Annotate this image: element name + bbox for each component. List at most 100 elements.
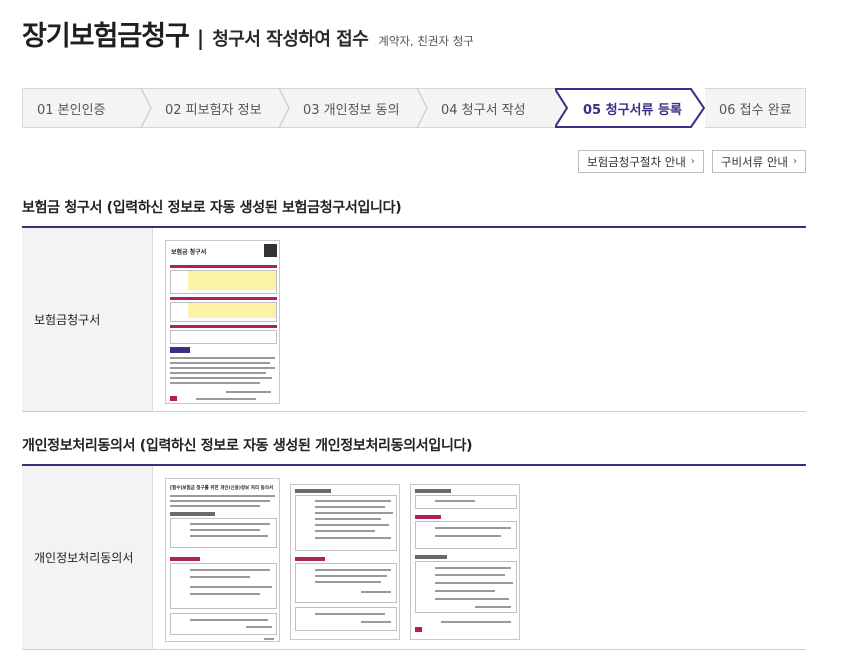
thumb-table xyxy=(415,495,517,509)
thumb-text xyxy=(190,529,260,531)
thumb-text xyxy=(315,530,375,532)
claim-guide-label: 보험금청구절차 안내 xyxy=(586,154,686,169)
thumb-section-bar xyxy=(170,557,200,561)
thumb-text xyxy=(190,619,268,621)
qr-code-icon xyxy=(264,244,277,257)
step-label: 01 본인인증 xyxy=(37,102,106,118)
step-label: 04 청구서 작성 xyxy=(441,102,526,118)
thumb-text xyxy=(441,621,511,623)
thumb-text xyxy=(170,377,272,379)
thumb-text xyxy=(315,581,381,583)
thumb-table xyxy=(170,330,277,344)
consent-form-thumbnail-page-2[interactable] xyxy=(290,484,400,640)
page-title: 장기보험금청구 xyxy=(22,21,190,52)
thumb-text xyxy=(190,569,270,571)
thumb-text xyxy=(315,613,385,615)
consent-row-label: 개인정보처리동의서 xyxy=(22,466,153,649)
thumb-logo xyxy=(415,627,422,632)
step-indicator: 01 본인인증 02 피보험자 정보 03 개인정보 동의 04 청구서 작성 … xyxy=(22,88,806,128)
thumb-section-bar xyxy=(415,515,441,519)
thumb-table xyxy=(170,270,277,294)
thumb-title: [필수]보험금 청구를 위한 개인(신용)정보 처리 동의서 xyxy=(170,486,273,491)
thumb-logo xyxy=(170,396,177,401)
step-3: 03 개인정보 동의 xyxy=(289,88,428,128)
claim-form-thumbnail[interactable]: 보험금 청구서 xyxy=(165,240,280,404)
thumb-text xyxy=(226,391,271,393)
consent-section-title: 개인정보처리동의서 (입력하신 정보로 자동 생성된 개인정보처리동의서입니다) xyxy=(22,438,473,454)
thumb-text xyxy=(190,586,272,588)
thumb-text xyxy=(190,535,268,537)
claim-doc-body: 보험금 청구서 xyxy=(153,228,806,411)
thumb-section-header xyxy=(415,489,451,493)
step-label: 06 접수 완료 xyxy=(719,102,792,118)
thumb-section-header xyxy=(295,489,331,493)
thumb-text xyxy=(435,582,513,584)
thumb-text xyxy=(190,576,250,578)
thumb-table xyxy=(295,495,397,551)
claim-doc-table: 보험금청구서 보험금 청구서 xyxy=(22,226,806,412)
consent-doc-body: [필수]보험금 청구를 위한 개인(신용)정보 처리 동의서 xyxy=(153,466,806,649)
thumb-text xyxy=(435,500,475,502)
thumb-text xyxy=(315,575,387,577)
thumb-text xyxy=(264,638,274,640)
thumb-text xyxy=(435,590,495,592)
thumb-text xyxy=(246,626,272,628)
thumb-text xyxy=(315,524,389,526)
claim-row-label: 보험금청구서 xyxy=(22,228,153,411)
consent-form-thumbnail-page-3[interactable] xyxy=(410,484,520,640)
thumb-text xyxy=(170,505,260,507)
consent-doc-table: 개인정보처리동의서 [필수]보험금 청구를 위한 개인(신용)정보 처리 동의서 xyxy=(22,464,806,650)
guide-button-row: 보험금청구절차 안내 › 구비서류 안내 › xyxy=(577,150,806,173)
thumb-table xyxy=(170,613,277,635)
chevron-right-icon: › xyxy=(690,156,695,167)
step-1: 01 본인인증 xyxy=(23,88,152,128)
step-4: 04 청구서 작성 xyxy=(427,89,555,127)
thumb-text xyxy=(315,500,391,502)
thumb-text xyxy=(190,523,270,525)
step-6: 06 접수 완료 xyxy=(705,89,805,127)
thumb-text xyxy=(170,362,270,364)
thumb-table xyxy=(295,607,397,631)
thumb-text xyxy=(170,372,266,374)
claim-guide-button[interactable]: 보험금청구절차 안내 › xyxy=(577,150,704,173)
thumb-text xyxy=(315,569,391,571)
thumb-text xyxy=(190,593,260,595)
thumb-text xyxy=(315,512,393,514)
thumb-text xyxy=(196,398,256,400)
thumb-text xyxy=(170,382,260,384)
thumb-section-bar xyxy=(170,297,277,300)
step-2: 02 피보험자 정보 xyxy=(151,88,290,128)
page-subtitle: 청구서 작성하여 접수 xyxy=(212,29,369,50)
thumb-text xyxy=(361,621,391,623)
thumb-notice-tag xyxy=(170,347,190,353)
thumb-text xyxy=(435,598,509,600)
step-5-active: 05 청구서류 등록 xyxy=(555,88,705,128)
thumb-text xyxy=(435,567,511,569)
thumb-table xyxy=(170,302,277,322)
consent-form-thumbnail-page-1[interactable]: [필수]보험금 청구를 위한 개인(신용)정보 처리 동의서 xyxy=(165,478,280,642)
thumb-section-header xyxy=(170,512,215,516)
page-header: 장기보험금청구 | 청구서 작성하여 접수 계약자, 친권자 청구 xyxy=(22,14,474,54)
page-note: 계약자, 친권자 청구 xyxy=(378,34,474,48)
thumb-section-header xyxy=(415,555,447,559)
thumb-text xyxy=(435,574,505,576)
required-docs-button[interactable]: 구비서류 안내 › xyxy=(711,150,806,173)
thumb-text xyxy=(170,357,275,359)
claim-section-title: 보험금 청구서 (입력하신 정보로 자동 생성된 보험금청구서입니다) xyxy=(22,200,402,216)
thumb-text xyxy=(315,506,385,508)
step-label: 05 청구서류 등록 xyxy=(583,102,682,118)
step-label: 02 피보험자 정보 xyxy=(165,102,262,118)
thumb-section-bar xyxy=(170,325,277,328)
required-docs-label: 구비서류 안내 xyxy=(720,154,788,169)
step-label: 03 개인정보 동의 xyxy=(303,102,400,118)
title-separator: | xyxy=(196,26,205,50)
thumb-text xyxy=(361,591,391,593)
thumb-text xyxy=(435,527,511,529)
thumb-text xyxy=(170,367,275,369)
thumb-section-bar xyxy=(170,265,277,268)
thumb-title: 보험금 청구서 xyxy=(171,249,207,256)
thumb-text xyxy=(315,537,391,539)
thumb-text xyxy=(170,495,275,497)
thumb-text xyxy=(475,606,511,608)
thumb-text xyxy=(435,535,501,537)
